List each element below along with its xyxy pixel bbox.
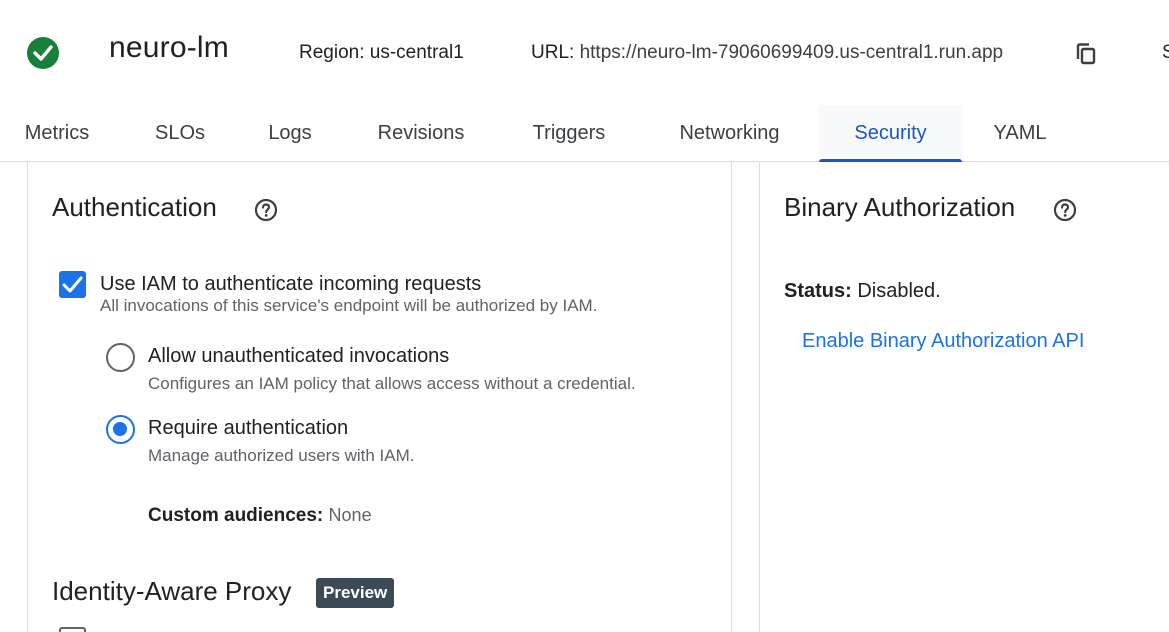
iap-title: Identity-Aware Proxy bbox=[52, 576, 292, 606]
require-authentication-radio[interactable] bbox=[106, 415, 135, 444]
tab-bar: Metrics SLOs Logs Revisions Triggers Net… bbox=[0, 105, 1169, 162]
use-iam-label: Use IAM to authenticate incoming request… bbox=[100, 273, 482, 295]
tab-revisions[interactable]: Revisions bbox=[354, 105, 488, 161]
allow-unauthenticated-description: Configures an IAM policy that allows acc… bbox=[148, 374, 636, 393]
enable-binary-authorization-link[interactable]: Enable Binary Authorization API bbox=[802, 330, 1084, 353]
iap-checkbox[interactable] bbox=[59, 627, 86, 632]
service-header: neuro-lm Region: us-central1 URL: https:… bbox=[0, 0, 1169, 105]
tab-security[interactable]: Security bbox=[819, 105, 962, 162]
url-info: URL: https://neuro-lm-79060699409.us-cen… bbox=[531, 42, 1003, 64]
tab-triggers[interactable]: Triggers bbox=[508, 105, 630, 161]
status-value: Disabled. bbox=[857, 280, 941, 302]
header-truncated-text: S bbox=[1162, 42, 1169, 63]
help-icon[interactable] bbox=[254, 198, 278, 222]
tab-security-label: Security bbox=[854, 122, 927, 144]
region-value: us-central1 bbox=[369, 42, 464, 63]
url-label: URL: bbox=[531, 42, 575, 63]
custom-audiences: Custom audiences: None bbox=[148, 505, 372, 527]
binary-authorization-panel bbox=[759, 162, 1169, 632]
service-name: neuro-lm bbox=[109, 31, 229, 64]
preview-badge: Preview bbox=[316, 578, 395, 608]
copy-icon[interactable] bbox=[1075, 42, 1097, 66]
binary-authorization-title: Binary Authorization bbox=[784, 192, 1016, 222]
binary-authorization-status: Status: Disabled. bbox=[784, 280, 941, 303]
region-info: Region: us-central1 bbox=[299, 42, 464, 64]
tab-networking[interactable]: Networking bbox=[650, 105, 809, 161]
cloud-run-service-page: neuro-lm Region: us-central1 URL: https:… bbox=[0, 0, 1169, 632]
status-label: Status: bbox=[784, 280, 852, 302]
tab-slos[interactable]: SLOs bbox=[134, 105, 226, 161]
require-authentication-label: Require authentication bbox=[148, 417, 349, 439]
radio-selected-dot bbox=[113, 422, 127, 436]
help-icon[interactable] bbox=[1053, 198, 1077, 222]
allow-unauthenticated-radio[interactable] bbox=[106, 343, 135, 372]
tab-yaml[interactable]: YAML bbox=[972, 105, 1068, 161]
allow-unauthenticated-label: Allow unauthenticated invocations bbox=[148, 345, 450, 367]
custom-audiences-value: None bbox=[328, 505, 372, 525]
region-label: Region: bbox=[299, 42, 365, 63]
tab-logs[interactable]: Logs bbox=[246, 105, 334, 161]
check-circle-icon bbox=[27, 37, 59, 69]
service-url-link[interactable]: https://neuro-lm-79060699409.us-central1… bbox=[580, 42, 1004, 63]
custom-audiences-label: Custom audiences: bbox=[148, 505, 324, 526]
authentication-title: Authentication bbox=[52, 192, 217, 222]
authentication-panel bbox=[27, 162, 732, 632]
use-iam-checkbox[interactable] bbox=[59, 271, 86, 298]
require-authentication-description: Manage authorized users with IAM. bbox=[148, 446, 415, 465]
tab-metrics[interactable]: Metrics bbox=[0, 105, 114, 161]
use-iam-description: All invocations of this service's endpoi… bbox=[100, 296, 598, 315]
